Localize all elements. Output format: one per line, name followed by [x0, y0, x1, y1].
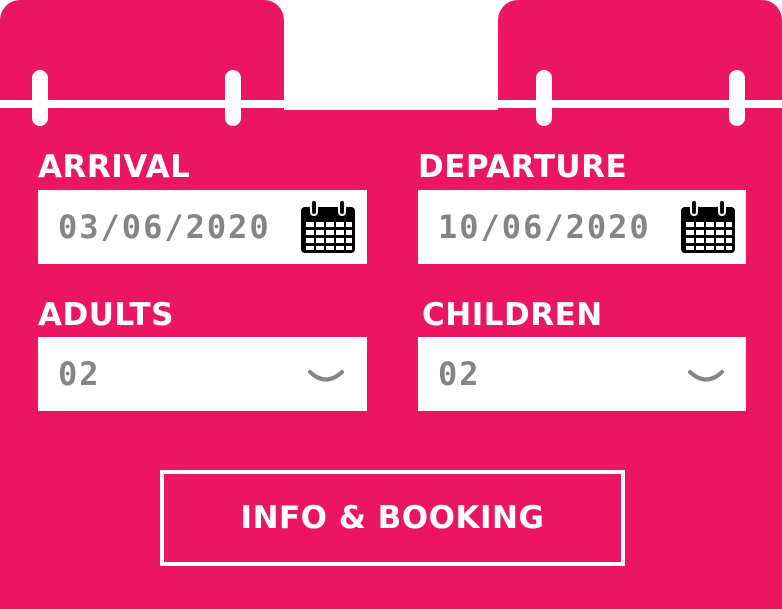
chevron-down-icon — [688, 370, 724, 382]
info-booking-button[interactable]: INFO & BOOKING — [160, 470, 625, 566]
calendar-icon[interactable] — [300, 200, 356, 254]
chevron-down-icon — [308, 370, 344, 382]
binder-rail — [0, 100, 782, 108]
adults-select[interactable]: 02 — [38, 337, 367, 411]
children-value: 02 — [438, 355, 481, 393]
binder-ring — [225, 70, 241, 126]
adults-value: 02 — [58, 355, 101, 393]
departure-date-field[interactable]: 10/06/2020 — [418, 190, 746, 264]
arrival-date-value: 03/06/2020 — [58, 208, 271, 246]
binder-ring — [729, 70, 745, 126]
arrival-label: ARRIVAL — [38, 149, 191, 185]
binder-ring — [536, 70, 552, 126]
children-label: CHILDREN — [422, 297, 603, 333]
booking-widget: ARRIVAL 03/06/2020 DEPARTURE 10/06/2020 — [0, 0, 782, 609]
departure-date-value: 10/06/2020 — [438, 208, 651, 246]
departure-label: DEPARTURE — [418, 149, 628, 185]
adults-label: ADULTS — [38, 297, 174, 333]
calendar-icon[interactable] — [680, 200, 736, 254]
children-select[interactable]: 02 — [418, 337, 746, 411]
arrival-date-field[interactable]: 03/06/2020 — [38, 190, 367, 264]
binder-ring — [32, 70, 48, 126]
